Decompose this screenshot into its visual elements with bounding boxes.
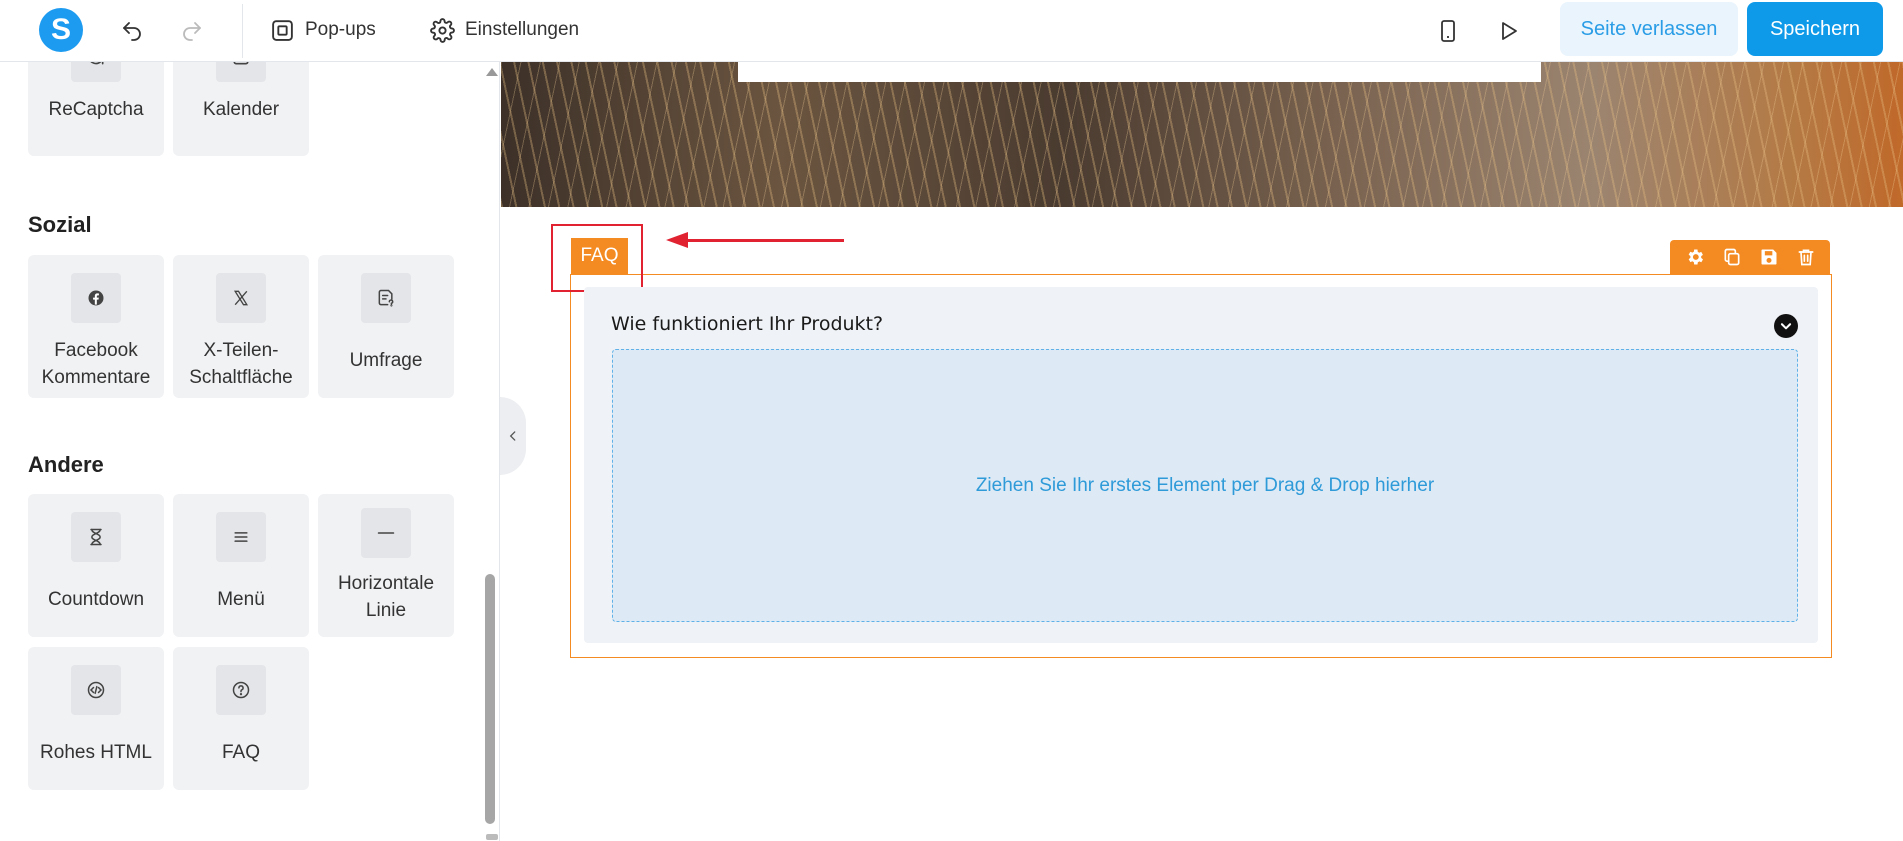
element-card-facebook-comments[interactable]: Facebook Kommentare (28, 255, 164, 398)
chevron-left-icon (509, 431, 516, 441)
hero-image (501, 62, 1903, 207)
dropzone[interactable]: Ziehen Sie Ihr erstes Element per Drag &… (612, 349, 1798, 622)
scroll-up-arrow[interactable] (486, 68, 498, 76)
element-card-label: Umfrage (349, 350, 423, 371)
element-card-label: Menü (217, 589, 265, 610)
annotation-arrow-line (687, 239, 844, 242)
element-card-survey[interactable]: Umfrage (318, 255, 454, 398)
menu-icon (216, 512, 266, 562)
element-card-raw-html[interactable]: Rohes HTML (28, 647, 164, 790)
facebook-icon (71, 273, 121, 323)
dropzone-text: Ziehen Sie Ihr erstes Element per Drag &… (975, 474, 1435, 496)
settings-button[interactable]: Einstellungen (430, 14, 579, 46)
chevron-down-icon[interactable] (1774, 314, 1798, 338)
element-card-menu[interactable]: Menü (173, 494, 309, 637)
element-card-faq[interactable]: FAQ (173, 647, 309, 790)
element-card-label: X-Teilen- Schaltfläche (189, 340, 293, 388)
element-tools (1670, 240, 1830, 274)
element-card-label: ReCaptcha (48, 99, 144, 120)
hourglass-icon (71, 512, 121, 562)
top-toolbar: S Pop-ups Einstellungen Seite verlassen … (0, 0, 1903, 62)
element-card-label: Countdown (47, 589, 145, 610)
x-logo-icon (216, 273, 266, 323)
element-card-calendar[interactable]: Kalender (173, 62, 309, 156)
code-icon (71, 665, 121, 715)
save-button[interactable]: Speichern (1747, 2, 1883, 56)
settings-label: Einstellungen (465, 19, 580, 40)
app-logo[interactable]: S (39, 8, 83, 52)
collapse-sidebar-button[interactable] (500, 397, 526, 475)
element-card-label: Rohes HTML (40, 742, 152, 763)
gear-icon[interactable] (1685, 247, 1705, 267)
element-card-label: FAQ (221, 742, 260, 763)
element-card-label: Kalender (202, 99, 280, 120)
element-card-label: Facebook Kommentare (41, 340, 151, 388)
toolbar-divider (242, 4, 243, 58)
redo-icon[interactable] (174, 13, 210, 49)
scroll-down-arrow[interactable] (486, 834, 498, 840)
save-icon[interactable] (1759, 247, 1779, 267)
popups-button[interactable]: Pop-ups (270, 14, 376, 46)
leave-page-button[interactable]: Seite verlassen (1560, 2, 1738, 56)
element-card-x-share[interactable]: X-Teilen- Schaltfläche (173, 255, 309, 398)
section-title-social: Sozial (28, 212, 92, 237)
gear-icon (430, 17, 455, 43)
play-preview-icon[interactable] (1490, 13, 1526, 49)
annotation-highlight-box (551, 224, 643, 292)
element-card-recaptcha[interactable]: ReCaptcha (28, 62, 164, 156)
scrollbar-thumb[interactable] (485, 574, 495, 824)
element-card-countdown[interactable]: Countdown (28, 494, 164, 637)
elements-sidebar: ReCaptcha Kalender Sozial Facebook Komme… (0, 62, 500, 841)
undo-icon[interactable] (114, 13, 150, 49)
section-title-other: Andere (28, 452, 104, 477)
horizontal-line-icon (361, 508, 411, 558)
question-icon (216, 665, 266, 715)
mobile-preview-icon[interactable] (1430, 13, 1466, 49)
hero-white-box (738, 62, 1541, 82)
element-card-label: Horizontale Linie (337, 573, 435, 621)
popups-label: Pop-ups (305, 19, 376, 40)
duplicate-icon[interactable] (1722, 247, 1742, 267)
calendar-icon (216, 62, 266, 82)
annotation-arrow-head (666, 232, 688, 248)
element-card-horizontal-line[interactable]: Horizontale Linie (318, 494, 454, 637)
faq-question[interactable]: Wie funktioniert Ihr Produkt? (611, 313, 883, 335)
survey-icon (361, 273, 411, 323)
trash-icon[interactable] (1796, 247, 1816, 267)
popup-window-icon (272, 19, 293, 41)
refresh-icon (71, 62, 121, 82)
